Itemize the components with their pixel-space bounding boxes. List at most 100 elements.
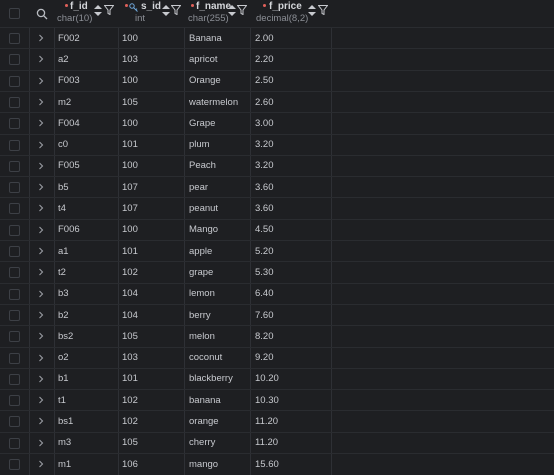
cell-f-name[interactable]: blackberry bbox=[189, 369, 233, 389]
cell-s-id[interactable]: 105 bbox=[122, 92, 138, 112]
row-checkbox[interactable] bbox=[9, 54, 20, 66]
row-checkbox[interactable] bbox=[9, 309, 20, 321]
cell-f-price[interactable]: 3.60 bbox=[255, 198, 274, 218]
filter-icon[interactable] bbox=[318, 5, 328, 15]
table-row[interactable]: bs2 105 melon 8.20 bbox=[0, 325, 554, 346]
column-header-f-price[interactable]: f_price decimal(8,2) bbox=[250, 0, 332, 27]
row-checkbox[interactable] bbox=[9, 331, 20, 343]
row-checkbox[interactable] bbox=[9, 118, 20, 130]
cell-f-id[interactable]: m1 bbox=[58, 454, 71, 474]
cell-f-name[interactable]: watermelon bbox=[189, 92, 238, 112]
cell-f-id[interactable]: bs1 bbox=[58, 411, 73, 431]
cell-f-id[interactable]: F003 bbox=[58, 71, 80, 91]
table-row[interactable]: m1 106 mango 15.60 bbox=[0, 453, 554, 474]
cell-f-id[interactable]: a2 bbox=[58, 49, 69, 69]
cell-f-id[interactable]: t2 bbox=[58, 262, 66, 282]
row-checkbox[interactable] bbox=[9, 246, 20, 257]
cell-f-name[interactable]: coconut bbox=[189, 348, 222, 368]
row-checkbox[interactable] bbox=[9, 224, 20, 236]
cell-f-price[interactable]: 11.20 bbox=[255, 433, 278, 453]
cell-f-name[interactable]: apple bbox=[189, 241, 212, 261]
cell-s-id[interactable]: 100 bbox=[122, 28, 138, 48]
row-checkbox[interactable] bbox=[9, 182, 20, 194]
sort-icon[interactable] bbox=[94, 5, 102, 16]
cell-f-id[interactable]: m3 bbox=[58, 433, 71, 453]
table-row[interactable]: F003 100 Orange 2.50 bbox=[0, 69, 554, 91]
cell-f-price[interactable]: 4.50 bbox=[255, 220, 274, 240]
chevron-right-icon[interactable] bbox=[36, 331, 46, 341]
chevron-right-icon[interactable] bbox=[36, 353, 46, 363]
cell-f-id[interactable]: b3 bbox=[58, 284, 69, 304]
cell-s-id[interactable]: 102 bbox=[122, 411, 138, 431]
cell-s-id[interactable]: 105 bbox=[122, 433, 138, 453]
cell-f-name[interactable]: grape bbox=[189, 262, 213, 282]
column-header-s-id[interactable]: s_id int bbox=[118, 0, 184, 27]
cell-s-id[interactable]: 102 bbox=[122, 262, 138, 282]
cell-s-id[interactable]: 104 bbox=[122, 284, 138, 304]
cell-f-price[interactable]: 5.20 bbox=[255, 241, 274, 261]
cell-s-id[interactable]: 106 bbox=[122, 454, 138, 474]
cell-f-price[interactable]: 2.50 bbox=[255, 71, 274, 91]
row-checkbox[interactable] bbox=[9, 267, 20, 279]
chevron-right-icon[interactable] bbox=[36, 161, 46, 171]
cell-f-name[interactable]: Banana bbox=[189, 28, 222, 48]
cell-f-name[interactable]: mango bbox=[189, 454, 218, 474]
row-checkbox[interactable] bbox=[9, 139, 20, 151]
table-row[interactable]: b5 107 pear 3.60 bbox=[0, 176, 554, 197]
cell-f-id[interactable]: F004 bbox=[58, 113, 80, 133]
table-row[interactable]: m3 105 cherry 11.20 bbox=[0, 431, 554, 453]
cell-s-id[interactable]: 101 bbox=[122, 135, 138, 155]
cell-f-price[interactable]: 2.20 bbox=[255, 49, 274, 69]
chevron-right-icon[interactable] bbox=[36, 33, 46, 43]
cell-f-id[interactable]: m2 bbox=[58, 92, 71, 112]
row-checkbox[interactable] bbox=[9, 96, 20, 108]
cell-f-id[interactable]: F002 bbox=[58, 28, 80, 48]
cell-f-name[interactable]: pear bbox=[189, 177, 208, 197]
column-header-f-name[interactable]: f_name char(255) bbox=[184, 0, 250, 27]
table-row[interactable]: bs1 102 orange 11.20 bbox=[0, 410, 554, 431]
chevron-right-icon[interactable] bbox=[36, 459, 46, 469]
cell-s-id[interactable]: 107 bbox=[122, 177, 138, 197]
table-row[interactable]: F004 100 Grape 3.00 bbox=[0, 112, 554, 133]
filter-icon[interactable] bbox=[171, 5, 181, 15]
cell-f-price[interactable]: 10.20 bbox=[255, 369, 279, 389]
chevron-right-icon[interactable] bbox=[36, 374, 46, 384]
cell-s-id[interactable]: 100 bbox=[122, 156, 138, 176]
sort-icon[interactable] bbox=[162, 5, 170, 16]
cell-s-id[interactable]: 102 bbox=[122, 390, 138, 410]
table-row[interactable]: a2 103 apricot 2.20 bbox=[0, 48, 554, 69]
row-checkbox[interactable] bbox=[9, 437, 20, 449]
chevron-right-icon[interactable] bbox=[36, 416, 46, 426]
cell-f-name[interactable]: cherry bbox=[189, 433, 215, 453]
cell-s-id[interactable]: 100 bbox=[122, 113, 138, 133]
chevron-right-icon[interactable] bbox=[36, 54, 46, 64]
cell-f-name[interactable]: berry bbox=[189, 305, 211, 325]
cell-f-name[interactable]: banana bbox=[189, 390, 221, 410]
search-icon[interactable] bbox=[36, 8, 48, 20]
table-row[interactable]: t1 102 banana 10.30 bbox=[0, 389, 554, 410]
chevron-right-icon[interactable] bbox=[36, 118, 46, 128]
table-row[interactable]: t2 102 grape 5.30 bbox=[0, 261, 554, 282]
cell-f-price[interactable]: 11.20 bbox=[255, 411, 278, 431]
cell-f-id[interactable]: F006 bbox=[58, 220, 80, 240]
row-checkbox[interactable] bbox=[9, 203, 20, 215]
sort-icon[interactable] bbox=[308, 5, 316, 16]
cell-f-id[interactable]: bs2 bbox=[58, 326, 73, 346]
cell-f-price[interactable]: 3.20 bbox=[255, 156, 274, 176]
chevron-right-icon[interactable] bbox=[36, 225, 46, 235]
filter-icon[interactable] bbox=[237, 5, 247, 15]
cell-s-id[interactable]: 103 bbox=[122, 348, 138, 368]
table-row[interactable]: b1 101 blackberry 10.20 bbox=[0, 367, 554, 389]
row-checkbox[interactable] bbox=[9, 373, 20, 385]
chevron-right-icon[interactable] bbox=[36, 395, 46, 405]
select-all-checkbox[interactable] bbox=[9, 8, 20, 19]
cell-f-price[interactable]: 5.30 bbox=[255, 262, 274, 282]
chevron-right-icon[interactable] bbox=[36, 203, 46, 213]
column-header-f-id[interactable]: f_id char(10) bbox=[54, 0, 118, 27]
cell-f-price[interactable]: 3.00 bbox=[255, 113, 274, 133]
row-checkbox[interactable] bbox=[9, 33, 20, 44]
table-row[interactable]: o2 103 coconut 9.20 bbox=[0, 346, 554, 368]
cell-f-id[interactable]: t1 bbox=[58, 390, 66, 410]
cell-s-id[interactable]: 100 bbox=[122, 71, 138, 91]
table-row[interactable]: a1 101 apple 5.20 bbox=[0, 240, 554, 261]
